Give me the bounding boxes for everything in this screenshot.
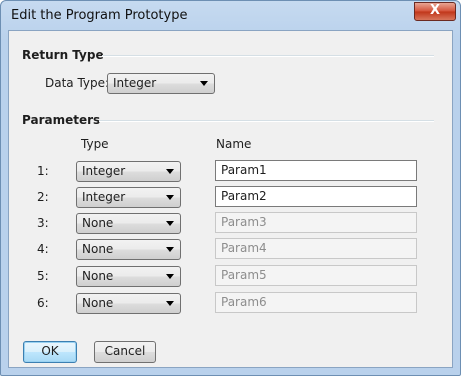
chevron-down-icon [166, 221, 174, 226]
chevron-down-icon [166, 195, 174, 200]
param-6-name-field: Param6 [215, 292, 417, 313]
parameters-heading: Parameters [22, 113, 101, 127]
param-type-value: None [82, 269, 114, 283]
param-3-type-select[interactable]: None [76, 213, 181, 234]
parameters-divider [99, 120, 434, 122]
param-index: 5: [37, 269, 49, 283]
param-type-value: None [82, 296, 114, 310]
dialog-window: Edit the Program Prototype X Return Type… [0, 0, 461, 376]
chevron-down-icon [166, 169, 174, 174]
param-type-value: None [82, 216, 114, 230]
param-type-value: None [82, 242, 114, 256]
close-button[interactable]: X [414, 2, 456, 21]
param-6-type-select[interactable]: None [76, 293, 181, 314]
param-4-name-field: Param4 [215, 238, 417, 259]
param-type-value: Integer [82, 190, 126, 204]
data-type-value: Integer [113, 76, 157, 90]
param-2-type-select[interactable]: Integer [76, 187, 181, 208]
param-index: 3: [37, 216, 49, 230]
chevron-down-icon [166, 247, 174, 252]
param-4-type-select[interactable]: None [76, 239, 181, 260]
param-2-name-field[interactable]: Param2 [215, 186, 417, 207]
dialog-client-area: Return Type Data Type: Integer Parameter… [8, 30, 453, 368]
param-name-value: Param1 [221, 163, 267, 177]
ok-button[interactable]: OK [23, 341, 77, 363]
data-type-label: Data Type: [45, 76, 110, 90]
param-name-value: Param6 [221, 295, 267, 309]
param-3-name-field: Param3 [215, 212, 417, 233]
cancel-button[interactable]: Cancel [94, 341, 156, 363]
param-name-value: Param5 [221, 268, 267, 282]
param-index: 2: [37, 190, 49, 204]
param-5-type-select[interactable]: None [76, 266, 181, 287]
param-name-value: Param3 [221, 215, 267, 229]
param-name-value: Param2 [221, 189, 267, 203]
data-type-select[interactable]: Integer [107, 73, 215, 94]
param-index: 4: [37, 242, 49, 256]
return-type-divider [102, 55, 434, 57]
title-bar[interactable]: Edit the Program Prototype X [1, 1, 460, 31]
type-column-header: Type [81, 137, 109, 151]
param-index: 6: [37, 296, 49, 310]
param-type-value: Integer [82, 164, 126, 178]
param-1-name-field[interactable]: Param1 [215, 160, 417, 181]
param-index: 1: [37, 164, 49, 178]
param-5-name-field: Param5 [215, 265, 417, 286]
name-column-header: Name [216, 137, 252, 151]
chevron-down-icon [200, 81, 208, 86]
param-name-value: Param4 [221, 241, 267, 255]
close-icon: X [429, 3, 441, 18]
param-1-type-select[interactable]: Integer [76, 161, 181, 182]
dialog-title: Edit the Program Prototype [11, 8, 188, 23]
return-type-heading: Return Type [22, 48, 104, 62]
chevron-down-icon [166, 274, 174, 279]
chevron-down-icon [166, 301, 174, 306]
